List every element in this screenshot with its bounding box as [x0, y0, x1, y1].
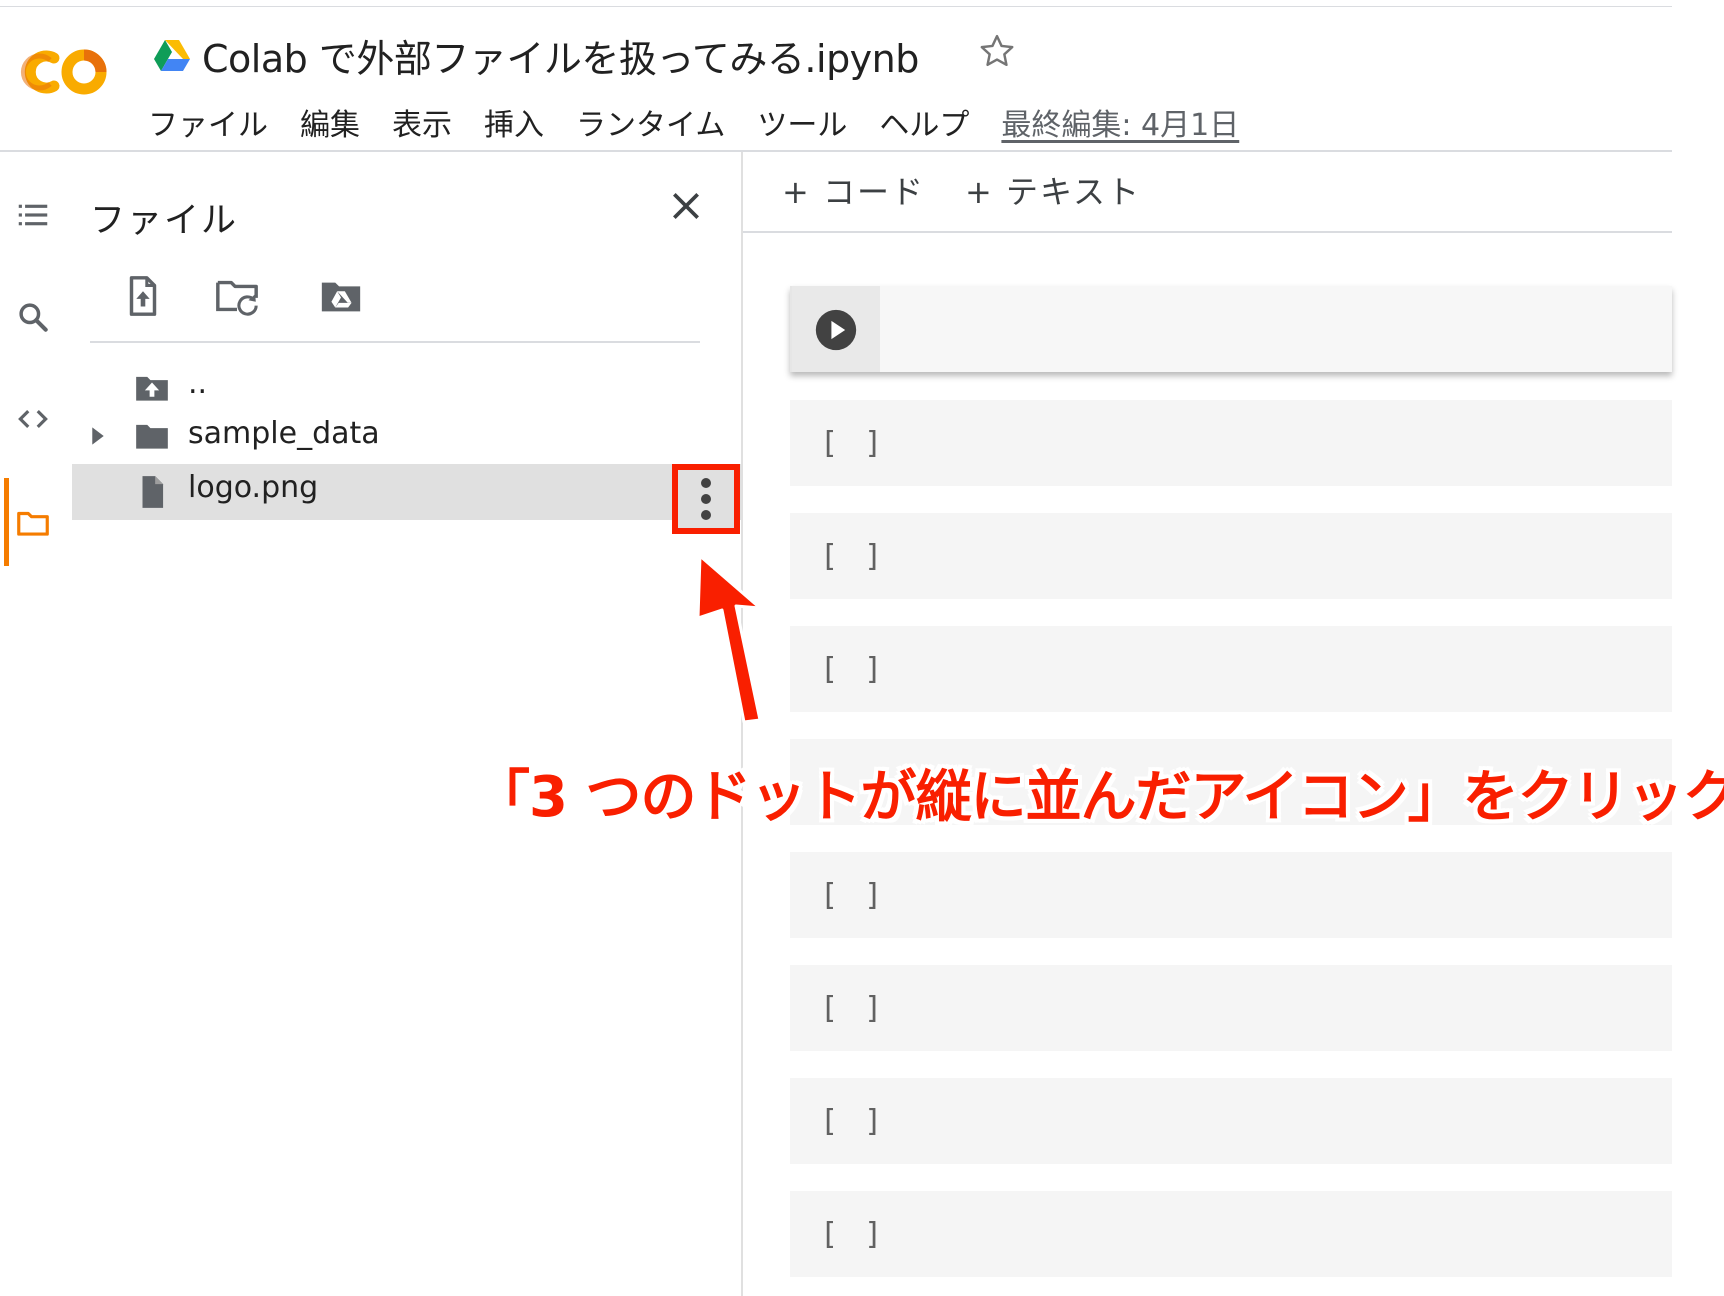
cell-run-marker: [ ] — [820, 426, 887, 461]
add-text-button[interactable]: + テキスト — [965, 167, 1141, 213]
active-code-cell[interactable] — [790, 286, 1672, 372]
annotation-arrow — [696, 556, 762, 724]
google-drive-icon — [154, 40, 190, 71]
kebab-dot — [701, 494, 711, 504]
tree-label-parent: .. — [188, 366, 208, 401]
menu-insert[interactable]: 挿入 — [484, 100, 544, 144]
last-edit-link[interactable]: 最終編集: 4月1日 — [1001, 100, 1239, 144]
menu-bar: ファイル 編集 表示 挿入 ランタイム ツール ヘルプ 最終編集: 4月1日 — [148, 100, 1271, 144]
cell-run-marker: [ ] — [820, 991, 887, 1026]
tree-label-sample-data: sample_data — [188, 416, 380, 451]
code-cell[interactable]: [ ] — [790, 626, 1672, 712]
cell-run-marker: [ ] — [820, 878, 887, 913]
close-icon[interactable] — [666, 186, 706, 226]
file-icon — [142, 476, 164, 508]
notebook-toolbar: + コード + テキスト — [782, 168, 1181, 212]
notebook-title[interactable]: Colab で外部ファイルを扱ってみる.ipynb — [202, 28, 919, 83]
search-icon[interactable] — [14, 298, 52, 336]
menu-file[interactable]: ファイル — [148, 100, 268, 144]
code-cell[interactable]: [ ] — [790, 1078, 1672, 1164]
annotation-callout: 「3 つのドットが縦に並んだアイコン」をクリック — [474, 765, 1724, 830]
cell-run-marker: [ ] — [820, 1217, 887, 1252]
colab-logo — [20, 49, 107, 95]
menu-runtime[interactable]: ランタイム — [576, 100, 725, 144]
add-code-button[interactable]: + コード — [782, 167, 925, 213]
top-divider — [0, 6, 1672, 7]
menu-view[interactable]: 表示 — [392, 100, 452, 144]
tree-row-sample-data[interactable]: sample_data — [72, 410, 742, 462]
more-options-button[interactable] — [672, 464, 740, 534]
cell-run-marker: [ ] — [820, 1104, 887, 1139]
menu-help[interactable]: ヘルプ — [879, 100, 969, 144]
cell-gutter — [792, 286, 880, 372]
folder-icon — [136, 424, 168, 449]
cell-run-marker: [ ] — [820, 652, 887, 687]
kebab-dot — [701, 478, 711, 488]
menu-tools[interactable]: ツール — [757, 100, 847, 144]
mount-drive-icon[interactable] — [318, 272, 364, 320]
code-cell[interactable]: [ ] — [790, 400, 1672, 486]
panel-divider — [90, 341, 700, 343]
tree-row-parent[interactable]: .. — [72, 362, 742, 414]
cell-run-marker: [ ] — [820, 539, 887, 574]
code-cell[interactable]: [ ] — [790, 1191, 1672, 1277]
refresh-folder-icon[interactable] — [214, 272, 260, 320]
tree-label-logo-png: logo.png — [188, 470, 319, 505]
header-divider — [0, 150, 1672, 152]
file-panel-title: ファイル — [90, 201, 239, 241]
code-cell[interactable]: [ ] — [790, 852, 1672, 938]
code-snippets-icon[interactable] — [14, 400, 52, 438]
tree-row-logo-png[interactable]: logo.png — [72, 464, 742, 520]
code-cell[interactable]: [ ] — [790, 513, 1672, 599]
run-cell-icon[interactable] — [814, 308, 858, 352]
star-icon[interactable] — [976, 30, 1018, 72]
upload-file-icon[interactable] — [120, 272, 166, 320]
title-row: Colab で外部ファイルを扱ってみる.ipynb — [152, 28, 919, 83]
table-of-contents-icon[interactable] — [14, 196, 52, 234]
toolbar-divider — [743, 231, 1672, 233]
folder-up-icon — [136, 376, 168, 401]
code-cell[interactable]: [ ] — [790, 965, 1672, 1051]
expand-arrow-icon[interactable] — [90, 426, 106, 446]
menu-edit[interactable]: 編集 — [300, 100, 360, 144]
folder-icon[interactable] — [14, 504, 52, 542]
active-rail-indicator — [4, 478, 9, 566]
kebab-dot — [701, 510, 711, 520]
